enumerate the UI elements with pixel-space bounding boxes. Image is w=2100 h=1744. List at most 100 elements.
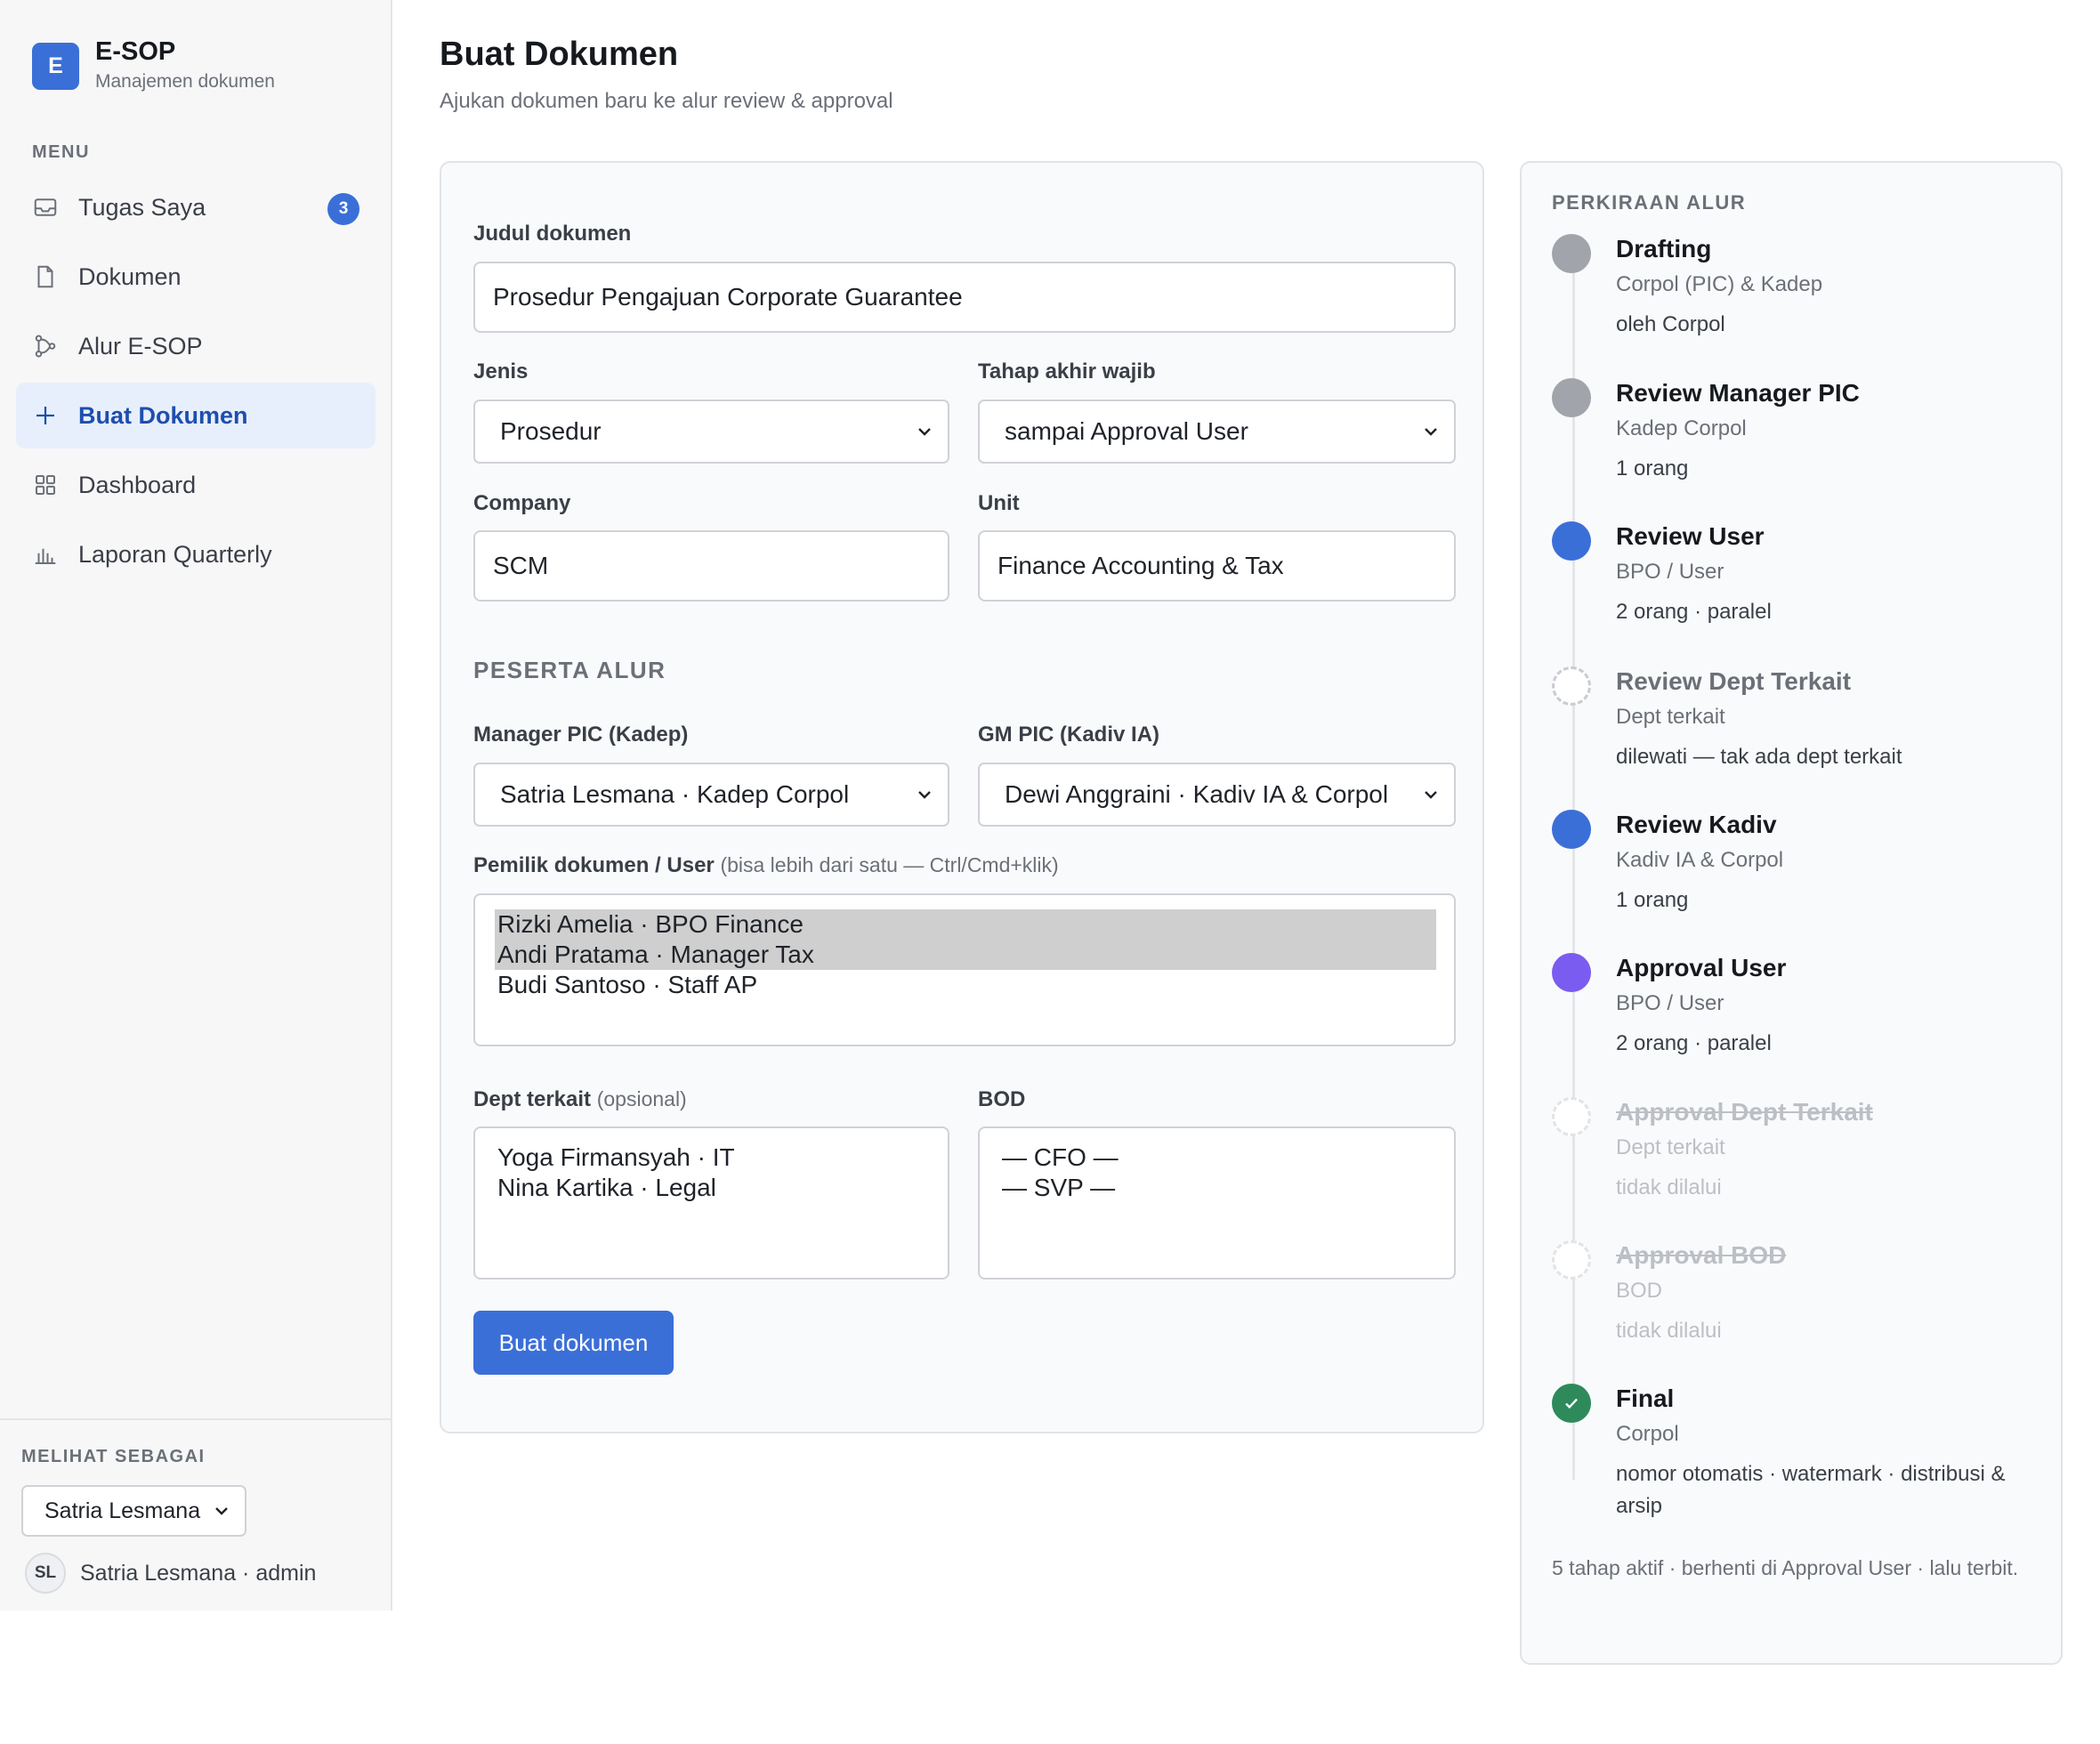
dept-option[interactable]: Yoga Firmansyah · IT [495, 1142, 930, 1173]
sidebar-nav: Tugas Saya 3 Dokumen Alur E-SOP Buat Dok… [16, 174, 376, 591]
chevron-down-icon [918, 791, 931, 799]
step-title: Review Kadiv [1616, 811, 1777, 838]
dept-label-text: Dept terkait [473, 1087, 592, 1111]
jenis-value: Prosedur [500, 417, 602, 445]
judul-input[interactable]: Prosedur Pengajuan Corporate Guarantee [473, 262, 1456, 333]
brand: E E-SOP Manajemen dokumen [32, 36, 275, 93]
jenis-label: Jenis [473, 359, 529, 384]
step-role: BPO / User [1616, 560, 1724, 584]
owner-listbox[interactable]: Rizki Amelia · BPO Finance Andi Pratama … [473, 893, 1456, 1046]
avatar: SL [25, 1553, 66, 1594]
tahap-value: sampai Approval User [1005, 417, 1248, 445]
bod-option[interactable]: — CFO — [999, 1142, 1436, 1173]
workflow-icon [32, 333, 59, 359]
view-as-value: Satria Lesmana [44, 1498, 201, 1523]
unit-input[interactable]: Finance Accounting & Tax [978, 530, 1456, 602]
step-title: Approval Dept Terkait [1616, 1098, 1873, 1126]
bod-listbox[interactable]: — CFO — — SVP — [978, 1126, 1456, 1280]
step-title: Approval BOD [1616, 1241, 1787, 1269]
sidebar: E E-SOP Manajemen dokumen MENU Tugas Say… [0, 0, 392, 1611]
flow-title: PERKIRAAN ALUR [1552, 191, 1747, 214]
flow-connector [1572, 252, 1575, 1480]
bod-option[interactable]: — SVP — [999, 1173, 1436, 1203]
brand-title: E-SOP [95, 37, 176, 66]
sidebar-item-label: Dashboard [78, 471, 197, 498]
menu-label: MENU [32, 142, 90, 162]
sidebar-footer: MELIHAT SEBAGAI Satria Lesmana SL Satria… [0, 1418, 391, 1611]
step-note: tidak dilalui [1616, 1319, 1722, 1343]
jenis-select[interactable]: Prosedur [473, 400, 949, 464]
manager-select[interactable]: Satria Lesmana · Kadep Corpol [473, 763, 949, 827]
flow-summary: 5 tahap aktif · berhenti di Approval Use… [1552, 1556, 2019, 1579]
submit-button[interactable]: Buat dokumen [473, 1311, 674, 1375]
step-status-dot [1552, 378, 1591, 417]
manager-value: Satria Lesmana · Kadep Corpol [500, 780, 850, 808]
task-count-badge: 3 [327, 193, 359, 225]
sidebar-item-label: Buat Dokumen [78, 401, 248, 429]
step-note: 1 orang [1616, 456, 1689, 480]
check-icon [1565, 1398, 1578, 1409]
step-title: Drafting [1616, 235, 1712, 262]
company-input[interactable]: SCM [473, 530, 949, 602]
step-role: Dept terkait [1616, 1135, 1725, 1159]
grid-icon [32, 472, 59, 498]
view-as-select[interactable]: Satria Lesmana [21, 1485, 246, 1537]
step-status-dot [1552, 1240, 1591, 1280]
sidebar-item-label: Tugas Saya [78, 193, 206, 221]
step-status-dot [1552, 1097, 1591, 1136]
step-title: Review User [1616, 522, 1765, 550]
gm-value: Dewi Anggraini · Kadiv IA & Corpol [1005, 780, 1389, 808]
chevron-down-icon [1425, 428, 1437, 436]
step-note: 2 orang · paralel [1616, 1031, 1772, 1055]
sidebar-item-dashboard[interactable]: Dashboard [16, 452, 376, 518]
dept-listbox[interactable]: Yoga Firmansyah · IT Nina Kartika · Lega… [473, 1126, 949, 1280]
step-role: Kadiv IA & Corpol [1616, 848, 1784, 872]
dept-hint: (opsional) [596, 1087, 687, 1110]
flow-preview-panel: PERKIRAAN ALUR Drafting Corpol (PIC) & K… [1520, 161, 2063, 1665]
brand-logo: E [32, 43, 79, 90]
step-status-dot [1552, 234, 1591, 273]
step-role: Kadep Corpol [1616, 416, 1747, 440]
judul-value: Prosedur Pengajuan Corporate Guarantee [493, 283, 963, 311]
unit-label: Unit [978, 491, 1020, 515]
step-status-dot [1552, 810, 1591, 849]
sidebar-item-label: Laporan Quarterly [78, 540, 272, 568]
dept-label: Dept terkait (opsional) [473, 1087, 687, 1112]
gm-label: GM PIC (Kadiv IA) [978, 723, 1160, 747]
sidebar-item-label: Dokumen [78, 262, 182, 290]
page-title: Buat Dokumen [440, 36, 679, 73]
bod-label: BOD [978, 1087, 1026, 1111]
owner-label: Pemilik dokumen / User (bisa lebih dari … [473, 853, 1059, 878]
tahap-label: Tahap akhir wajib [978, 359, 1156, 384]
sidebar-item-laporan-quarterly[interactable]: Laporan Quarterly [16, 521, 376, 587]
tahap-select[interactable]: sampai Approval User [978, 400, 1456, 464]
step-role: Corpol (PIC) & Kadep [1616, 272, 1823, 296]
company-value: SCM [493, 552, 549, 579]
company-label: Company [473, 491, 571, 515]
page-subtitle: Ajukan dokumen baru ke alur review & app… [440, 89, 893, 113]
sidebar-item-alur-esop[interactable]: Alur E-SOP [16, 313, 376, 379]
owner-option[interactable]: Rizki Amelia · BPO Finance [495, 909, 1436, 940]
owner-option[interactable]: Budi Santoso · Staff AP [495, 970, 1436, 1000]
step-role: Corpol [1616, 1422, 1679, 1446]
owner-label-text: Pemilik dokumen / User [473, 853, 715, 877]
gm-select[interactable]: Dewi Anggraini · Kadiv IA & Corpol [978, 763, 1456, 827]
sidebar-item-dokumen[interactable]: Dokumen [16, 244, 376, 310]
step-note: oleh Corpol [1616, 312, 1725, 336]
step-note: 2 orang · paralel [1616, 600, 1772, 624]
owner-option[interactable]: Andi Pratama · Manager Tax [495, 940, 1436, 970]
step-note: nomor otomatis · watermark · distribusi … [1616, 1462, 2006, 1518]
unit-value: Finance Accounting & Tax [998, 552, 1284, 579]
view-as-label: MELIHAT SEBAGAI [21, 1447, 206, 1466]
sidebar-item-tugas-saya[interactable]: Tugas Saya 3 [16, 174, 376, 240]
participants-section-title: PESERTA ALUR [473, 657, 666, 683]
step-title: Review Dept Terkait [1616, 667, 1852, 695]
dept-option[interactable]: Nina Kartika · Legal [495, 1173, 930, 1203]
step-status-dot [1552, 953, 1591, 992]
inbox-icon [32, 194, 59, 221]
sidebar-item-label: Alur E-SOP [78, 332, 203, 359]
step-note: tidak dilalui [1616, 1175, 1722, 1199]
sidebar-item-buat-dokumen[interactable]: Buat Dokumen [16, 383, 376, 448]
step-role: BPO / User [1616, 991, 1724, 1015]
step-title: Review Manager PIC [1616, 379, 1860, 407]
